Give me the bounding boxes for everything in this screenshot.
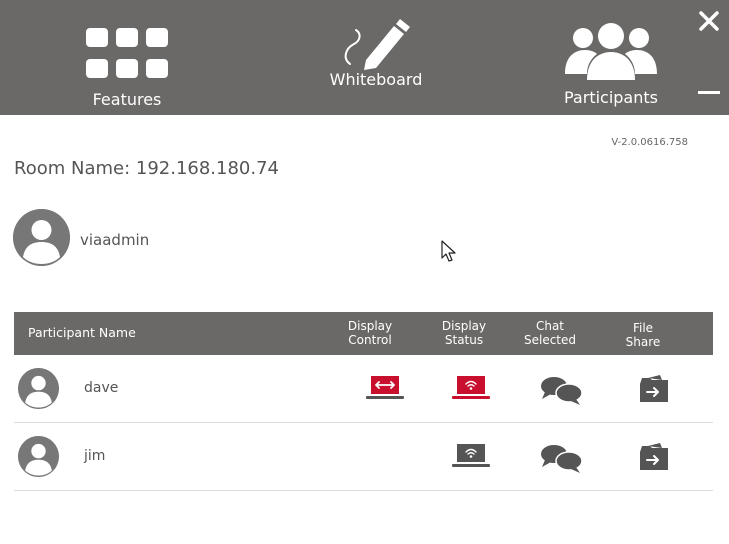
nav-whiteboard-label: Whiteboard [329, 70, 423, 89]
nav-participants[interactable]: Participants [550, 0, 672, 115]
display-status-icon[interactable] [451, 442, 491, 470]
col-file-share-l2: Share [625, 335, 661, 349]
nav-features-label: Features [92, 90, 162, 109]
grid-icon [86, 28, 168, 78]
minimize-icon[interactable] [697, 85, 721, 99]
participant-name: jim [84, 448, 106, 464]
participants-table: Participant Name Display Control Display… [14, 312, 713, 491]
current-user-avatar [13, 209, 70, 266]
chat-icon[interactable] [539, 374, 583, 406]
display-control-icon[interactable] [365, 374, 405, 402]
file-share-icon[interactable] [638, 374, 670, 406]
col-chat-selected: Chat Selected [516, 319, 584, 347]
pen-icon [344, 19, 410, 70]
file-share-icon[interactable] [638, 442, 670, 474]
mouse-cursor-icon [441, 240, 456, 262]
current-user-name: viaadmin [80, 231, 150, 249]
col-display-status: Display Status [430, 319, 498, 347]
table-header: Participant Name Display Control Display… [14, 312, 713, 355]
nav-features[interactable]: Features [77, 0, 177, 115]
nav-participants-label: Participants [564, 88, 658, 107]
col-display-status-l1: Display [441, 319, 487, 333]
version-label: V-2.0.0616.758 [611, 137, 688, 148]
nav-whiteboard[interactable]: Whiteboard [316, 0, 436, 115]
participants-icon [565, 23, 657, 80]
chat-icon[interactable] [539, 442, 583, 474]
participant-avatar [18, 436, 59, 477]
close-icon[interactable] [696, 8, 722, 34]
display-status-icon[interactable] [451, 374, 491, 402]
col-display-status-l2: Status [444, 333, 484, 347]
table-row: jim [14, 423, 713, 491]
user-icon [13, 209, 70, 266]
col-display-control-l1: Display [347, 319, 393, 333]
participant-name: dave [84, 380, 119, 396]
user-icon [18, 436, 59, 477]
col-chat-selected-l1: Chat [535, 319, 565, 333]
col-file-share-l1: File [632, 321, 654, 335]
table-row: dave [14, 355, 713, 423]
col-display-control-l2: Control [348, 333, 392, 347]
col-participant-name: Participant Name [28, 325, 136, 340]
participant-avatar [18, 368, 59, 409]
col-file-share: File Share [609, 321, 677, 349]
user-icon [18, 368, 59, 409]
col-chat-selected-l2: Selected [523, 333, 577, 347]
room-name: Room Name: 192.168.180.74 [14, 158, 280, 179]
header-bar: Features Whiteboard Participants [0, 0, 729, 115]
col-display-control: Display Control [336, 319, 404, 347]
